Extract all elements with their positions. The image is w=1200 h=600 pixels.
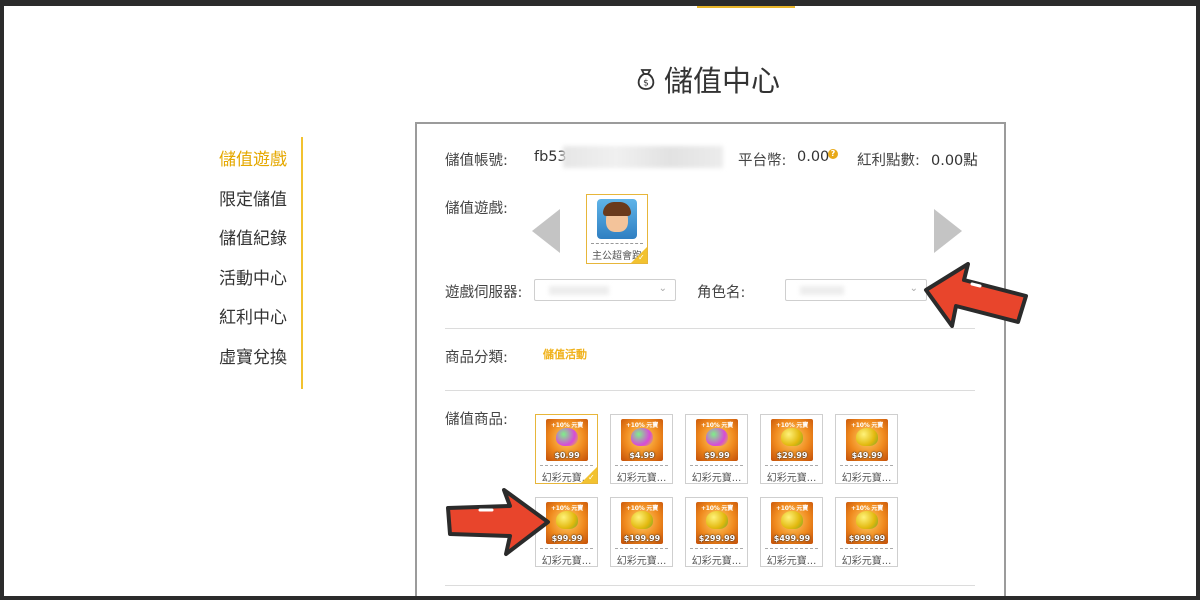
product-price: $4.99 [629, 451, 655, 460]
product-card[interactable]: +10% 元寶 $199.99 幻彩元寶... [610, 497, 673, 567]
product-price: $49.99 [851, 451, 883, 460]
selected-check-icon: ✓ [631, 247, 647, 263]
ingot-icon [556, 428, 578, 446]
product-name: 幻彩元寶... [841, 473, 892, 484]
product-thumbnail: +10% 元寶 $199.99 [621, 502, 663, 544]
ingot-icon [781, 428, 803, 446]
product-thumbnail: +10% 元寶 $4.99 [621, 419, 663, 461]
page-title-text: 儲值中心 [664, 64, 781, 98]
account-label: 儲值帳號: [445, 153, 508, 169]
product-price: $499.99 [773, 534, 811, 543]
product-name: 幻彩元寶... [691, 556, 742, 567]
product-card[interactable]: +10% 元寶 $9.99 幻彩元寶... [685, 414, 748, 484]
platform-coin-label: 平台幣: [738, 153, 787, 169]
divider [445, 328, 975, 329]
game-label: 儲值遊戲: [445, 201, 508, 217]
money-bag-icon: $ [637, 69, 655, 90]
product-card[interactable]: +10% 元寶 $29.99 幻彩元寶... [760, 414, 823, 484]
product-name: 幻彩元寶... [616, 473, 667, 484]
sidebar-item-bonus-center[interactable]: 紅利中心 [219, 295, 301, 335]
divider [445, 585, 975, 586]
page-title: $ 儲值中心 [0, 58, 1200, 100]
category-tab-topup-event[interactable]: 儲值活動 [543, 346, 587, 362]
game-thumbnail [597, 199, 637, 239]
product-thumbnail: +10% 元寶 $99.99 [546, 502, 588, 544]
role-label: 角色名: [697, 285, 746, 301]
products-label: 儲值商品: [445, 412, 508, 428]
product-name: 幻彩元寶... [766, 473, 817, 484]
prev-arrow-icon[interactable] [532, 209, 562, 253]
product-thumbnail: +10% 元寶 $999.99 [846, 502, 888, 544]
ingot-icon [556, 511, 578, 529]
ingot-icon [706, 511, 728, 529]
svg-text:$: $ [643, 79, 649, 89]
sidebar-item-topup-history[interactable]: 儲值紀錄 [219, 216, 301, 256]
product-card[interactable]: +10% 元寶 $0.99 幻彩元寶... ✓ [535, 414, 598, 484]
product-price: $29.99 [776, 451, 808, 460]
product-price: $199.99 [623, 534, 661, 543]
ingot-icon [856, 428, 878, 446]
sidebar-item-topup-game[interactable]: 儲值遊戲 [219, 137, 301, 177]
sidebar-item-limited-topup[interactable]: 限定儲值 [219, 177, 301, 217]
account-redacted [563, 146, 723, 168]
chevron-down-icon: ⌄ [909, 283, 918, 294]
product-card[interactable]: +10% 元寶 $4.99 幻彩元寶... [610, 414, 673, 484]
product-price: $99.99 [551, 534, 583, 543]
product-price: $9.99 [704, 451, 730, 460]
server-select[interactable]: ⌄ [534, 279, 676, 301]
product-name: 幻彩元寶... [616, 556, 667, 567]
annotation-arrow-icon [446, 488, 550, 556]
server-label: 遊戲伺服器: [445, 285, 523, 301]
product-thumbnail: +10% 元寶 $499.99 [771, 502, 813, 544]
product-price: $999.99 [848, 534, 886, 543]
product-card[interactable]: +10% 元寶 $499.99 幻彩元寶... [760, 497, 823, 567]
platform-coin-value: 0.00 [797, 149, 830, 165]
product-thumbnail: +10% 元寶 $299.99 [696, 502, 738, 544]
next-arrow-icon[interactable] [932, 209, 962, 253]
product-thumbnail: +10% 元寶 $0.99 [546, 419, 588, 461]
bonus-points-value: 0.00點 [931, 153, 978, 169]
sidebar-item-event-center[interactable]: 活動中心 [219, 256, 301, 296]
product-card[interactable]: +10% 元寶 $999.99 幻彩元寶... [835, 497, 898, 567]
divider [445, 390, 975, 391]
sidebar-nav: 儲值遊戲 限定儲值 儲值紀錄 活動中心 紅利中心 虛寶兌換 [210, 137, 303, 389]
help-icon[interactable]: ? [828, 149, 838, 159]
product-name: 幻彩元寶... [691, 473, 742, 484]
product-name: 幻彩元寶... [766, 556, 817, 567]
product-thumbnail: +10% 元寶 $29.99 [771, 419, 813, 461]
product-price: $0.99 [554, 451, 580, 460]
product-card[interactable]: +10% 元寶 $299.99 幻彩元寶... [685, 497, 748, 567]
ingot-icon [856, 511, 878, 529]
ingot-icon [706, 428, 728, 446]
product-price: $299.99 [698, 534, 736, 543]
sidebar-item-item-redeem[interactable]: 虛寶兌換 [219, 335, 301, 375]
bonus-points-label: 紅利點數: [857, 153, 920, 169]
game-card[interactable]: 主公超會跑 ✓ [586, 194, 648, 264]
product-thumbnail: +10% 元寶 $9.99 [696, 419, 738, 461]
ingot-icon [631, 428, 653, 446]
role-select[interactable]: ⌄ [785, 279, 927, 301]
ingot-icon [631, 511, 653, 529]
product-thumbnail: +10% 元寶 $49.99 [846, 419, 888, 461]
selected-check-icon: ✓ [581, 467, 597, 483]
chevron-down-icon: ⌄ [658, 283, 667, 294]
product-name: 幻彩元寶... [841, 556, 892, 567]
category-label: 商品分類: [445, 350, 508, 366]
account-value: fb53 [534, 149, 567, 165]
ingot-icon [781, 511, 803, 529]
product-card[interactable]: +10% 元寶 $49.99 幻彩元寶... [835, 414, 898, 484]
top-accent-bar [697, 6, 795, 8]
annotation-arrow-icon [924, 262, 1028, 328]
